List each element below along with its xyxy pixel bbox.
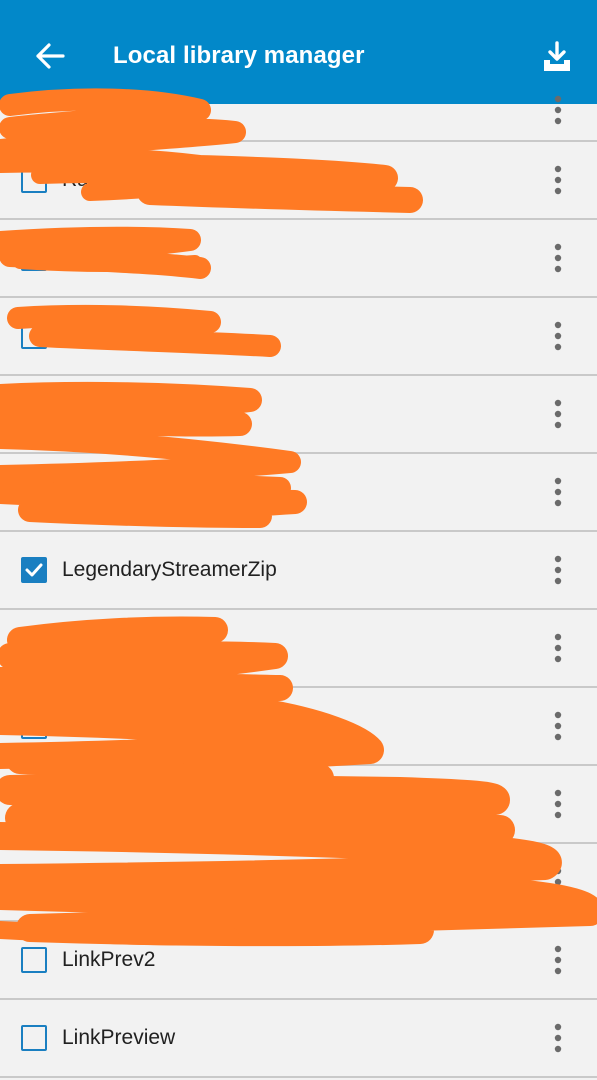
list-item[interactable] <box>0 688 597 766</box>
item-menu-button[interactable] <box>539 632 577 664</box>
more-vertical-icon <box>554 165 562 195</box>
more-vertical-icon <box>554 477 562 507</box>
checkbox[interactable] <box>21 635 47 661</box>
item-menu-button[interactable] <box>539 398 577 430</box>
item-menu-button[interactable] <box>539 554 577 586</box>
checkbox[interactable] <box>21 869 47 895</box>
list-item-label: Ra <box>62 168 89 191</box>
more-vertical-icon <box>554 789 562 819</box>
list-item[interactable]: LinkPrev2 <box>0 922 597 1000</box>
list-item[interactable] <box>0 844 597 922</box>
download-button[interactable] <box>530 36 584 82</box>
item-menu-button[interactable] <box>539 710 577 742</box>
checkbox[interactable] <box>21 1025 47 1051</box>
more-vertical-icon <box>554 399 562 429</box>
app-screen: Local library manager Ra LegendaryStreame… <box>0 0 597 1080</box>
list-item[interactable]: Ra <box>0 142 597 220</box>
arrow-back-icon <box>35 42 65 74</box>
checkbox[interactable] <box>21 401 47 427</box>
list-item[interactable] <box>0 220 597 298</box>
checkbox[interactable] <box>21 323 47 349</box>
checkbox[interactable] <box>21 713 47 739</box>
more-vertical-icon <box>554 1023 562 1053</box>
item-menu-button[interactable] <box>539 1022 577 1054</box>
list-item[interactable]: LegendaryStreamerZip <box>0 532 597 610</box>
list-item-label: LegendaryStreamerZip <box>62 558 277 581</box>
checkbox[interactable] <box>21 479 47 505</box>
more-vertical-icon <box>554 867 562 897</box>
library-list: Ra LegendaryStreamerZip LinkPrev2 LinkPrevi… <box>0 95 597 1078</box>
item-menu-button[interactable] <box>539 944 577 976</box>
item-menu-button[interactable] <box>539 164 577 196</box>
more-vertical-icon <box>554 711 562 741</box>
checkbox-checked[interactable] <box>21 557 47 583</box>
checkbox[interactable] <box>21 167 47 193</box>
more-vertical-icon <box>554 243 562 273</box>
list-item[interactable] <box>0 298 597 376</box>
checkbox[interactable] <box>21 791 47 817</box>
more-vertical-icon <box>554 555 562 585</box>
list-item[interactable]: LinkPreview <box>0 1000 597 1078</box>
item-menu-button[interactable] <box>539 476 577 508</box>
more-vertical-icon <box>554 945 562 975</box>
more-vertical-icon <box>554 633 562 663</box>
list-item[interactable] <box>0 610 597 688</box>
page-title: Local library manager <box>113 42 365 69</box>
list-item-label: LinkPreview <box>62 1026 176 1049</box>
list-item[interactable] <box>0 95 597 142</box>
checkbox[interactable] <box>21 947 47 973</box>
item-menu-button[interactable] <box>539 94 577 126</box>
item-menu-button[interactable] <box>539 866 577 898</box>
check-icon <box>25 563 43 577</box>
app-bar: Local library manager <box>0 0 597 104</box>
back-button[interactable] <box>24 36 76 80</box>
item-menu-button[interactable] <box>539 320 577 352</box>
list-item[interactable] <box>0 454 597 532</box>
checkbox[interactable] <box>21 245 47 271</box>
list-item[interactable] <box>0 376 597 454</box>
more-vertical-icon <box>554 321 562 351</box>
list-item-label: LinkPrev2 <box>62 948 156 971</box>
item-menu-button[interactable] <box>539 242 577 274</box>
more-vertical-icon <box>554 95 562 125</box>
list-item[interactable] <box>0 766 597 844</box>
item-menu-button[interactable] <box>539 788 577 820</box>
download-tray-icon <box>542 40 572 78</box>
